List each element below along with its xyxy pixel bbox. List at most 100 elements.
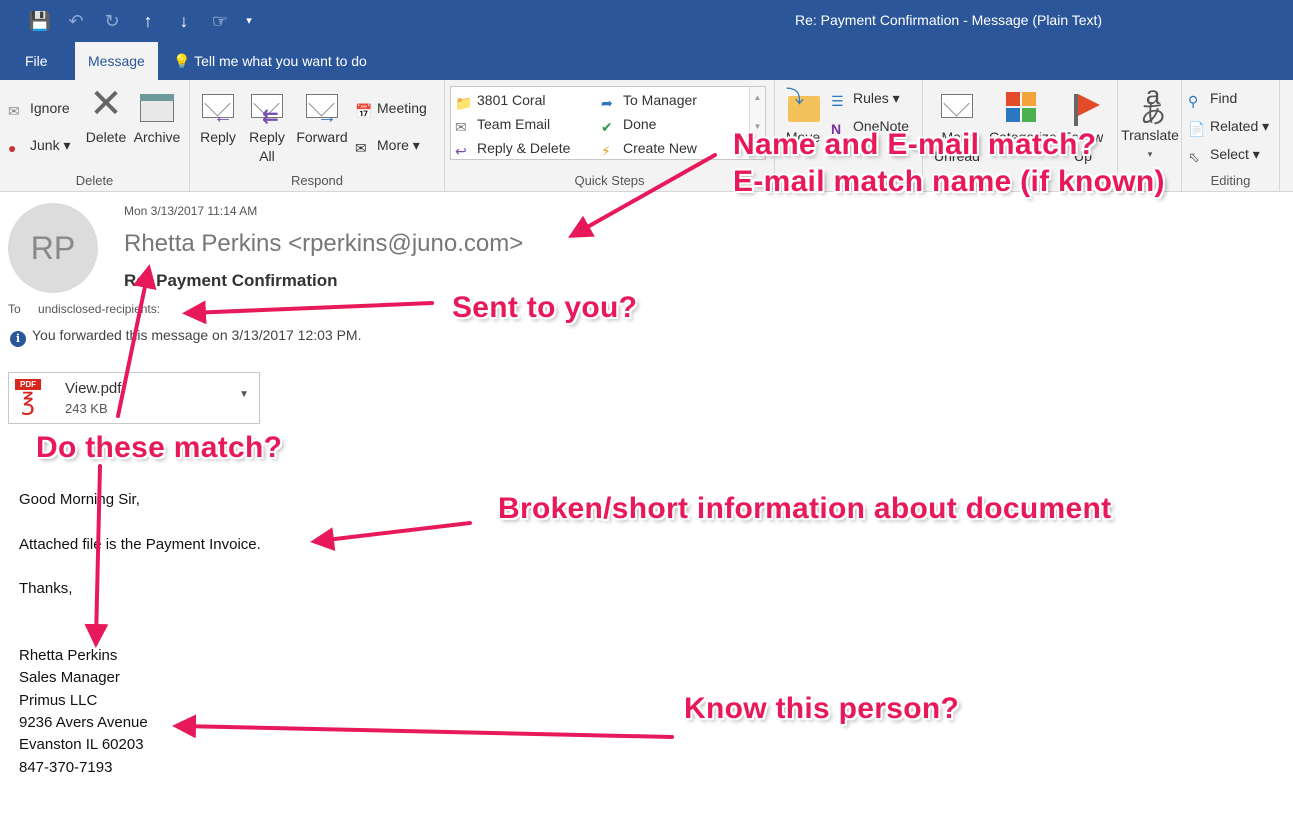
reply-icon: ← (199, 88, 237, 127)
checkmark-icon: ✔ (601, 119, 613, 135)
signature-city: Evanston IL 60203 (19, 736, 144, 753)
body-line: Attached file is the Payment Invoice. (19, 536, 261, 553)
rules-icon: ☰ (831, 93, 844, 109)
quick-step-label: 3801 Coral (477, 92, 546, 108)
annotation-name-email: Name and E-mail match? (733, 128, 1097, 161)
arrow-to-recipients (182, 300, 434, 325)
ribbon-tabs: File Message 💡 Tell me what you want to … (0, 42, 1293, 80)
quick-steps-label: Quick Steps (574, 173, 645, 188)
ignore-label: Ignore (30, 100, 70, 116)
customize-dropdown-icon[interactable]: ▾ (238, 10, 260, 32)
more-label: More (377, 137, 409, 153)
delete-label: Delete (85, 129, 127, 145)
mark-unread-icon (938, 88, 976, 124)
body-greeting: Good Morning Sir, (19, 491, 140, 508)
junk-button[interactable]: ● Junk ▾ (8, 136, 71, 156)
window-title: Re: Payment Confirmation - Message (Plai… (795, 12, 1103, 28)
ignore-button[interactable]: ✉ Ignore (8, 99, 70, 119)
cursor-icon: ⬁ (1188, 149, 1200, 165)
to-label: To (8, 302, 21, 316)
save-icon[interactable]: 💾 (22, 10, 58, 32)
respond-group-label: Respond (290, 173, 344, 188)
more-icon: ✉ (355, 140, 367, 156)
translate-label: Translate (1121, 127, 1179, 143)
to-recipients[interactable]: undisclosed-recipients: (38, 302, 160, 316)
translate-button[interactable]: aあ Translate ▾ (1120, 80, 1180, 164)
flag-icon (1064, 88, 1102, 126)
quick-step-create-new[interactable]: ⚡ Create New (601, 139, 697, 159)
annotation-email-name: E-mail match name (if known) (733, 165, 1165, 198)
quick-step-done[interactable]: ✔ Done (601, 115, 657, 135)
translate-dropdown-icon[interactable]: ▾ (1120, 145, 1180, 164)
signature-title: Sales Manager (19, 669, 120, 686)
quick-step-to-manager[interactable]: ➦ To Manager (601, 91, 697, 111)
body-closing: Thanks, (19, 580, 73, 597)
quick-step-label: Reply & Delete (477, 140, 571, 156)
meeting-button[interactable]: 📅 Meeting (355, 99, 427, 119)
info-icon: i (10, 331, 26, 347)
sender[interactable]: Rhetta Perkins <rperkins@juno.com> (124, 230, 523, 258)
forward-infobar: i You forwarded this message on 3/13/2017… (10, 327, 361, 347)
quick-step-3801-coral[interactable]: 📁 3801 Coral (455, 91, 546, 111)
forward-note: You forwarded this message on 3/13/2017 … (32, 327, 362, 343)
delete-group-label: Delete (75, 173, 114, 188)
quick-step-label: Create New (623, 140, 697, 156)
quick-step-team-email[interactable]: ✉ Team Email (455, 115, 550, 135)
forward-mail-icon: ➦ (601, 95, 613, 111)
signature-phone: 847-370-7193 (19, 759, 113, 776)
reply-button[interactable]: ← Reply (196, 88, 240, 147)
signature-company: Primus LLC (19, 692, 98, 709)
attachment[interactable]: PDF ℥ View.pdf 243 KB ▼ (8, 372, 260, 424)
signature-name: Rhetta Perkins (19, 647, 118, 664)
touch-mode-icon[interactable]: ☞ (202, 10, 238, 32)
meeting-icon: 📅 (355, 103, 373, 119)
rules-label: Rules (853, 90, 889, 106)
folder-icon: 📁 (455, 95, 473, 111)
up-arrow-icon[interactable]: ↑ (130, 10, 166, 32)
down-arrow-icon[interactable]: ↓ (166, 10, 202, 32)
reply-label: Reply (200, 129, 236, 145)
arrow-to-body (310, 521, 472, 552)
quick-step-label: To Manager (623, 92, 697, 108)
pdf-icon: PDF ℥ (15, 379, 51, 419)
archive-button[interactable]: Archive (132, 88, 182, 147)
rules-button[interactable]: ☰ Rules ▾ (831, 89, 900, 109)
annotation-broken-info: Broken/short information about document (498, 492, 1112, 525)
move-folder-icon: ⤵ (784, 88, 822, 124)
annotation-do-these-match: Do these match? (36, 431, 283, 464)
tab-file[interactable]: File (12, 42, 61, 80)
undo-icon[interactable]: ↶ (58, 10, 94, 32)
junk-label: Junk (30, 137, 60, 153)
archive-icon (138, 88, 176, 124)
quick-step-reply-delete[interactable]: ↩ Reply & Delete (455, 139, 571, 159)
delete-icon: ✕ (89, 82, 123, 126)
forward-button[interactable]: → Forward (293, 88, 351, 147)
message-date: Mon 3/13/2017 11:14 AM (124, 204, 258, 218)
respond-group: ← Reply ⇇ Reply All → Forward 📅 Meeting ✉… (190, 80, 445, 192)
quick-step-label: Done (623, 116, 657, 132)
editing-group-label: Editing (1210, 173, 1251, 188)
chevron-down-icon[interactable]: ▼ (239, 389, 249, 400)
reply-icon: ↩ (455, 143, 467, 159)
delete-group: ✉ Ignore ● Junk ▾ ✕ Delete Archive Delete (0, 80, 190, 192)
delete-button[interactable]: ✕ Delete (82, 82, 130, 147)
tell-me-search[interactable]: 💡 Tell me what you want to do (160, 42, 380, 80)
signature-address: 9236 Avers Avenue (19, 714, 148, 731)
tab-message[interactable]: Message (75, 42, 158, 80)
related-button[interactable]: 📄 Related ▾ (1188, 117, 1269, 137)
ignore-icon: ✉ (8, 103, 20, 119)
find-button[interactable]: ⚲ Find (1188, 89, 1237, 109)
avatar: RP (8, 203, 98, 293)
to-row: To undisclosed-recipients: (8, 302, 160, 316)
attachment-name: View.pdf (65, 380, 122, 397)
tell-me-label: Tell me what you want to do (194, 53, 367, 69)
reply-all-button[interactable]: ⇇ Reply All (244, 88, 290, 166)
redo-icon[interactable]: ↻ (94, 10, 130, 32)
meeting-label: Meeting (377, 100, 427, 116)
translate-icon: aあ (1139, 80, 1166, 129)
title-bar: 💾 ↶ ↻ ↑ ↓ ☞ ▾ Re: Payment Confirmation -… (0, 0, 1293, 42)
more-button[interactable]: ✉ More ▾ (355, 136, 420, 156)
forward-label: Forward (296, 129, 348, 145)
select-button[interactable]: ⬁ Select ▾ (1188, 145, 1260, 165)
attachment-size: 243 KB (65, 401, 108, 416)
